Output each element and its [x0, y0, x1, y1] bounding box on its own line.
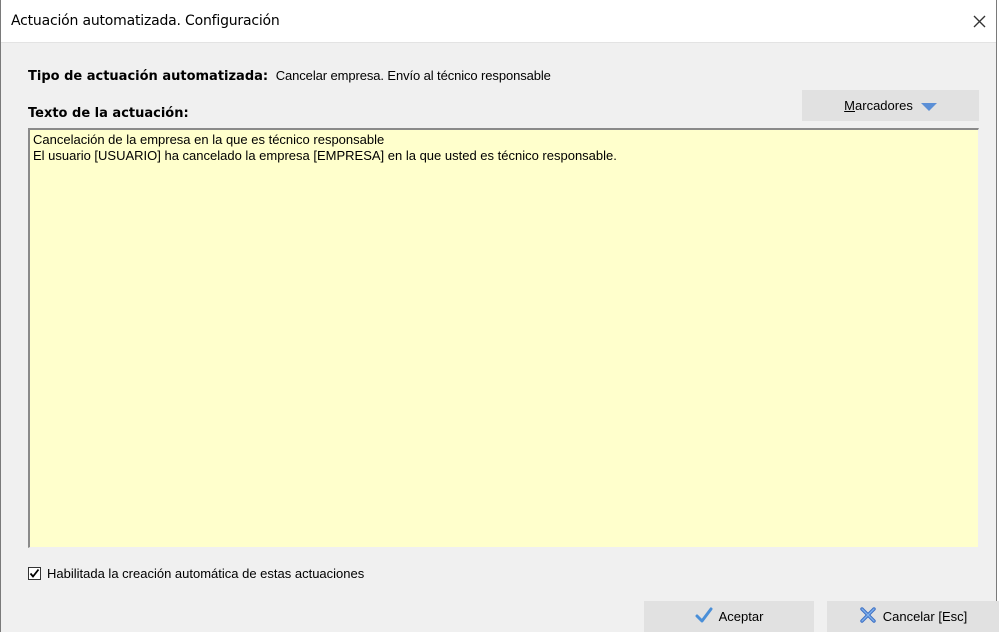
- habilitada-checkbox[interactable]: [28, 567, 41, 580]
- checkmark-icon: [29, 568, 40, 578]
- close-icon[interactable]: [966, 9, 992, 33]
- triangle-down-icon: [920, 102, 937, 111]
- dialog-window: Actuación automatizada. Configuración Ti…: [0, 0, 999, 632]
- texto-label: Texto de la actuación:: [28, 106, 189, 121]
- marcadores-button[interactable]: Marcadores: [802, 90, 979, 121]
- tipo-row: Tipo de actuación automatizada: Cancelar…: [28, 68, 551, 84]
- marcadores-label-rest: arcadores: [855, 98, 913, 113]
- habilitada-checkbox-row[interactable]: Habilitada la creación automática de est…: [28, 566, 364, 581]
- window-title: Actuación automatizada. Configuración: [11, 13, 280, 29]
- texto-textarea[interactable]: Cancelación de la empresa en la que es t…: [28, 128, 979, 548]
- check-icon: [695, 607, 713, 626]
- aceptar-label: Aceptar: [718, 609, 764, 624]
- title-bar: Actuación automatizada. Configuración: [1, 0, 996, 43]
- aceptar-button[interactable]: Aceptar: [644, 601, 814, 632]
- tipo-label: Tipo de actuación automatizada:: [28, 69, 269, 84]
- cancelar-button[interactable]: Cancelar [Esc]: [827, 601, 999, 632]
- tipo-value: Cancelar empresa. Envío al técnico respo…: [275, 68, 551, 83]
- marcadores-label: Marcadores: [844, 98, 913, 113]
- habilitada-label: Habilitada la creación automática de est…: [47, 566, 365, 581]
- x-icon: [859, 607, 877, 626]
- marcadores-accesskey: M: [844, 98, 856, 113]
- cancelar-label: Cancelar [Esc]: [882, 609, 968, 624]
